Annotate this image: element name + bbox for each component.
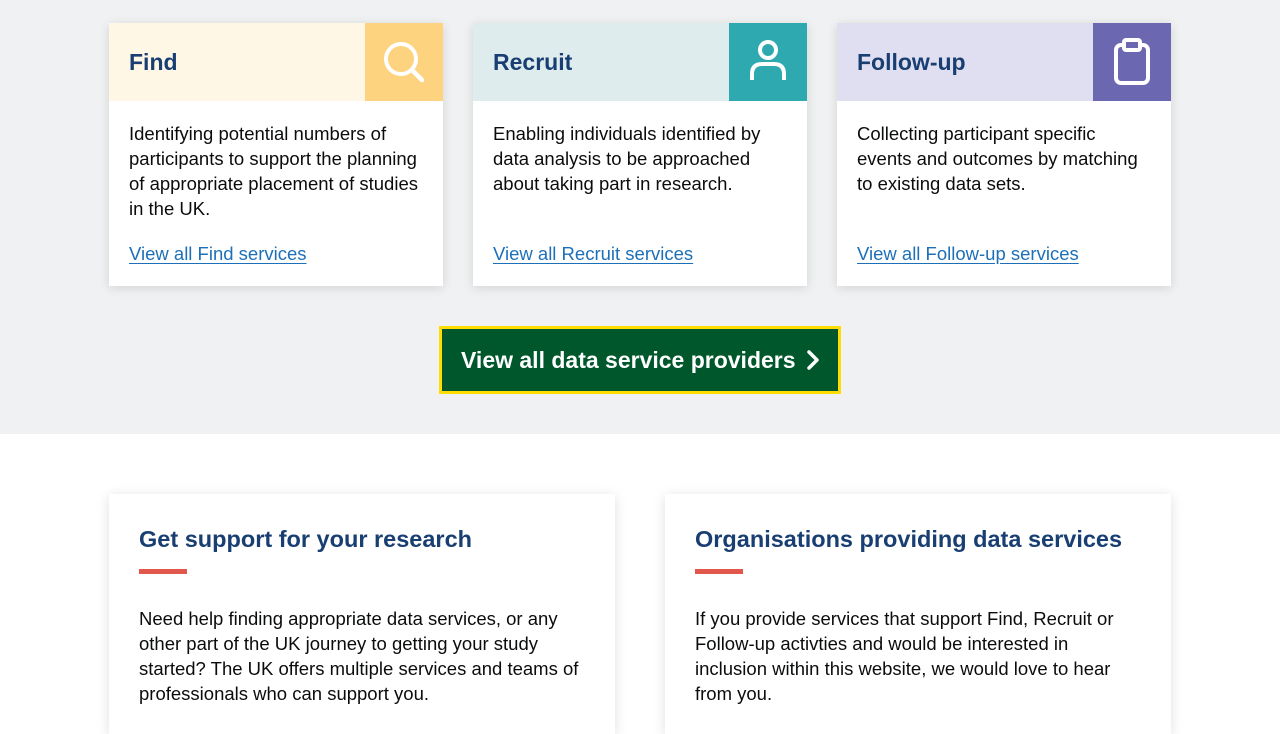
person-icon: [729, 23, 807, 101]
data-providers-panel: Organisations providing data services If…: [665, 494, 1171, 734]
research-support-panel: Get support for your research Need help …: [109, 494, 615, 734]
research-support-title: Get support for your research: [139, 526, 472, 552]
view-all-providers-button-inner[interactable]: View all data service providers: [442, 329, 838, 391]
view-all-providers-button[interactable]: View all data service providers: [439, 326, 841, 394]
data-providers-text: If you provide services that support Fin…: [695, 608, 1114, 704]
view-followup-services-link[interactable]: View all Follow-up services: [857, 241, 1079, 266]
view-find-services-link[interactable]: View all Find services: [129, 241, 307, 266]
find-card-title: Find: [129, 49, 178, 75]
recruit-card: Recruit Enabling individuals identified …: [473, 23, 807, 286]
followup-card-description: Collecting participant specific events a…: [857, 123, 1138, 194]
recruit-card-title: Recruit: [493, 49, 573, 75]
recruit-card-header: Recruit: [473, 23, 807, 101]
view-recruit-services-link[interactable]: View all Recruit services: [493, 241, 693, 266]
find-card-description: Identifying potential numbers of partici…: [129, 123, 418, 219]
find-card-header: Find: [109, 23, 443, 101]
find-card: Find Identifying potential numbers of pa…: [109, 23, 443, 286]
title-underline: [139, 569, 187, 574]
title-underline: [695, 569, 743, 574]
clipboard-icon: [1093, 23, 1171, 101]
chevron-right-icon: [806, 350, 820, 370]
recruit-card-description: Enabling individuals identified by data …: [493, 123, 761, 194]
followup-card-header: Follow-up: [837, 23, 1171, 101]
followup-card: Follow-up Collecting participant specifi…: [837, 23, 1171, 286]
data-providers-title: Organisations providing data services: [695, 526, 1123, 552]
followup-card-title: Follow-up: [857, 49, 966, 75]
research-support-text: Need help finding appropriate data servi…: [139, 608, 579, 704]
view-all-providers-label: View all data service providers: [461, 346, 796, 373]
search-icon: [365, 23, 443, 101]
